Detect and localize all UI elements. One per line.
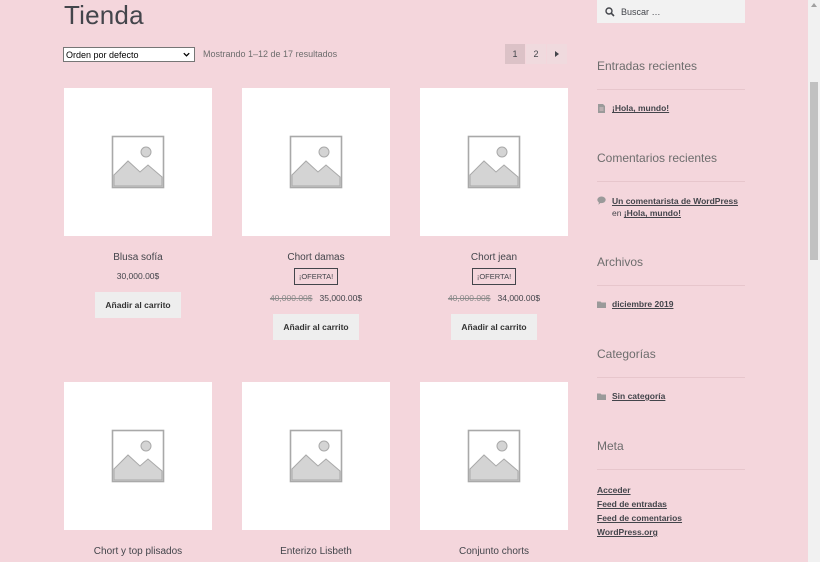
sale-badge: ¡OFERTA! [471, 268, 517, 285]
pagination: 1 2 [505, 44, 567, 64]
meta-entries-feed-link[interactable]: Feed de entradas [597, 499, 667, 509]
divider [597, 377, 745, 378]
page-2-link[interactable]: 2 [526, 44, 546, 64]
meta-comments-feed-link[interactable]: Feed de comentarios [597, 513, 682, 523]
divider [597, 469, 745, 470]
category-item: Sin categoría [597, 391, 665, 401]
comment-connector: en [612, 208, 622, 218]
product-card: Blusa sofía 30,000.00$ Añadir al carrito [64, 88, 212, 318]
page-title: Tienda [64, 0, 144, 30]
archives-title: Archivos [597, 255, 644, 269]
product-price: 40,000.00$ 35,000.00$ [242, 293, 390, 303]
placeholder-image-icon [289, 429, 343, 483]
recent-comment-text: Un comentarista de WordPress en ¡Hola, m… [612, 195, 747, 219]
sort-select-value: Orden por defecto [66, 49, 139, 60]
next-page-button[interactable] [547, 44, 567, 64]
divider [597, 285, 745, 286]
chevron-right-icon [555, 51, 559, 57]
product-card: Chort y top plisados [64, 382, 212, 557]
meta-title: Meta [597, 439, 624, 453]
placeholder-image-icon [111, 429, 165, 483]
recent-posts-title: Entradas recientes [597, 59, 698, 73]
product-image[interactable] [64, 382, 212, 530]
divider [597, 89, 745, 90]
meta-wordpress-link[interactable]: WordPress.org [597, 527, 658, 537]
product-card: Conjunto chorts [420, 382, 568, 557]
categories-title: Categorías [597, 347, 656, 361]
product-name[interactable]: Chort y top plisados [64, 546, 212, 557]
folder-icon [597, 393, 606, 400]
placeholder-image-icon [467, 135, 521, 189]
product-image[interactable] [420, 382, 568, 530]
comment-post-link[interactable]: ¡Hola, mundo! [624, 208, 681, 218]
scroll-up-icon[interactable] [811, 3, 817, 7]
sort-select[interactable]: Orden por defecto [63, 47, 195, 62]
search-input[interactable]: Buscar … [597, 0, 745, 23]
add-to-cart-button[interactable]: Añadir al carrito [95, 292, 181, 318]
page-1-link[interactable]: 1 [505, 44, 525, 64]
add-to-cart-button[interactable]: Añadir al carrito [451, 314, 537, 340]
product-card: Chort damas ¡OFERTA! 40,000.00$ 35,000.00… [242, 88, 390, 340]
product-card: Enterizo Lisbeth [242, 382, 390, 557]
scrollbar-thumb[interactable] [810, 82, 818, 260]
placeholder-image-icon [111, 135, 165, 189]
category-link[interactable]: Sin categoría [612, 391, 665, 401]
recent-comments-title: Comentarios recientes [597, 151, 718, 165]
comment-icon [597, 196, 606, 205]
search-icon [605, 6, 615, 17]
recent-post-item: ¡Hola, mundo! [597, 103, 669, 113]
product-card: Chort jean ¡OFERTA! 40,000.00$ 34,000.00$… [420, 88, 568, 340]
placeholder-image-icon [467, 429, 521, 483]
add-to-cart-button[interactable]: Añadir al carrito [273, 314, 359, 340]
sale-badge: ¡OFERTA! [293, 268, 339, 285]
product-image[interactable] [242, 88, 390, 236]
meta-login-link[interactable]: Acceder [597, 485, 631, 495]
product-name[interactable]: Conjunto chorts [420, 546, 568, 557]
product-image[interactable] [242, 382, 390, 530]
divider [597, 181, 745, 182]
recent-post-link[interactable]: ¡Hola, mundo! [612, 103, 669, 113]
recent-comment-item: Un comentarista de WordPress en ¡Hola, m… [597, 195, 747, 219]
product-price: 40,000.00$ 34,000.00$ [420, 293, 568, 303]
folder-icon [597, 301, 606, 308]
comment-author-link[interactable]: Un comentarista de WordPress [612, 196, 738, 206]
product-name[interactable]: Enterizo Lisbeth [242, 546, 390, 557]
placeholder-image-icon [289, 135, 343, 189]
product-name[interactable]: Chort jean [420, 252, 568, 263]
old-price: 40,000.00$ [447, 293, 491, 303]
product-price: 30,000.00$ [116, 271, 160, 281]
archive-item: diciembre 2019 [597, 299, 673, 309]
product-image[interactable] [64, 88, 212, 236]
current-price: 35,000.00$ [319, 293, 363, 303]
result-count: Mostrando 1–12 de 17 resultados [203, 49, 338, 59]
archive-link[interactable]: diciembre 2019 [612, 299, 673, 309]
product-name[interactable]: Chort damas [242, 252, 390, 263]
current-price: 34,000.00$ [497, 293, 541, 303]
document-icon [598, 104, 605, 113]
product-name[interactable]: Blusa sofía [64, 252, 212, 263]
old-price: 40,000.00$ [269, 293, 313, 303]
product-image[interactable] [420, 88, 568, 236]
scrollbar[interactable] [808, 0, 820, 562]
chevron-down-icon [183, 52, 190, 57]
search-placeholder: Buscar … [621, 6, 661, 17]
